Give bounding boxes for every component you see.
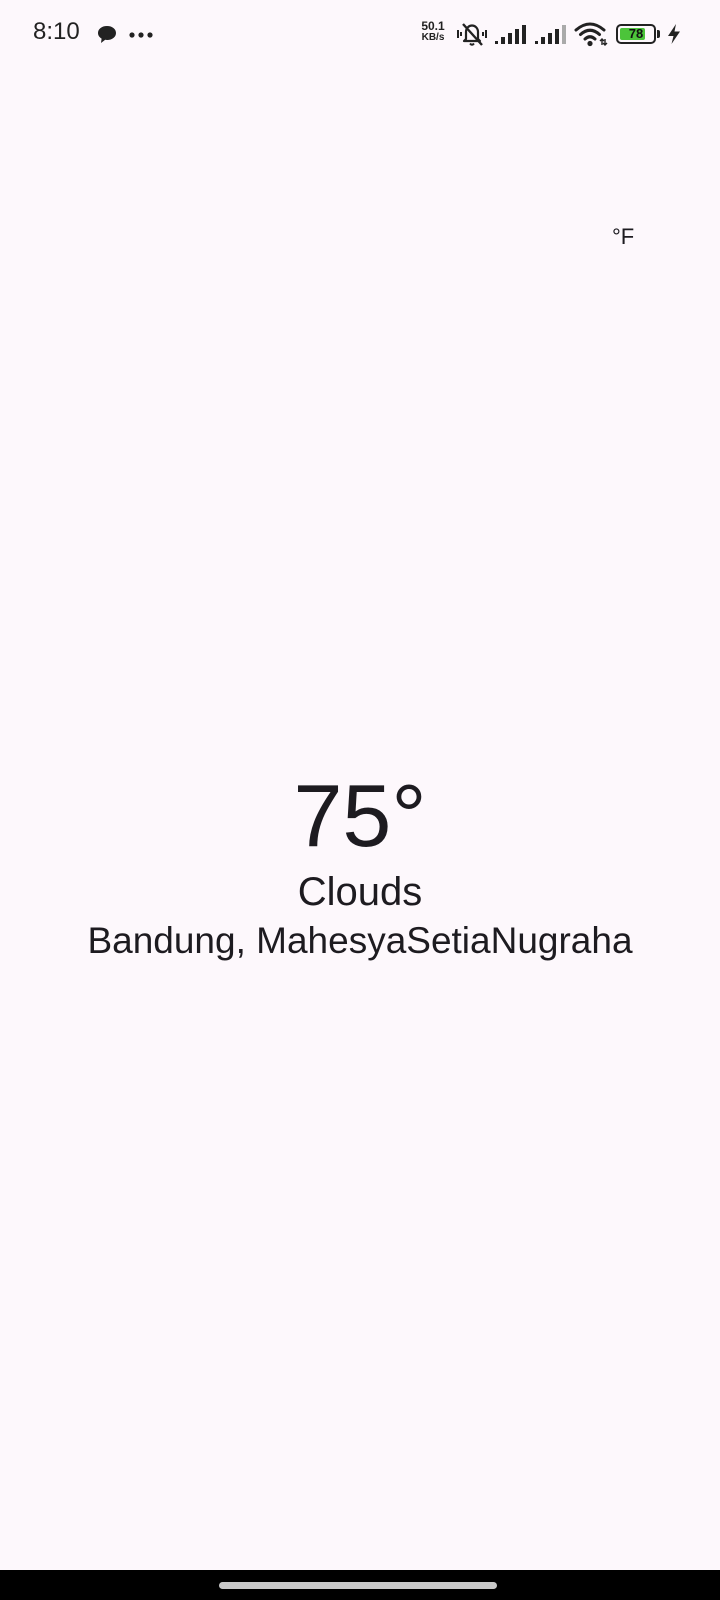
gesture-handle[interactable] xyxy=(219,1582,497,1589)
network-speed: 50.1 KB/s xyxy=(416,19,450,43)
network-rate: 50.1 xyxy=(421,19,445,33)
navigation-bar xyxy=(0,1570,720,1600)
status-bar: 8:10 50.1 KB/s 78 xyxy=(0,0,720,70)
signal-icon xyxy=(495,25,526,44)
wifi-icon xyxy=(574,22,608,47)
temperature-unit-toggle[interactable]: °F xyxy=(612,224,634,250)
battery-icon: 78 xyxy=(616,24,656,44)
temperature-value: 75° xyxy=(293,766,427,865)
location-label: Bandung, MahesyaSetiaNugraha xyxy=(87,920,633,961)
charging-bolt-icon xyxy=(668,24,680,44)
weather-summary: 75° Clouds Bandung, MahesyaSetiaNugraha xyxy=(0,770,720,964)
signal-icon xyxy=(535,25,566,44)
status-time: 8:10 xyxy=(33,18,80,45)
network-unit: KB/s xyxy=(421,32,445,43)
battery-level: 78 xyxy=(628,26,644,41)
battery-tip xyxy=(657,30,660,38)
vibrate-mute-icon xyxy=(457,23,487,46)
chat-bubble-icon xyxy=(98,26,116,43)
more-dots-icon xyxy=(129,32,153,38)
weather-condition: Clouds xyxy=(297,870,423,914)
